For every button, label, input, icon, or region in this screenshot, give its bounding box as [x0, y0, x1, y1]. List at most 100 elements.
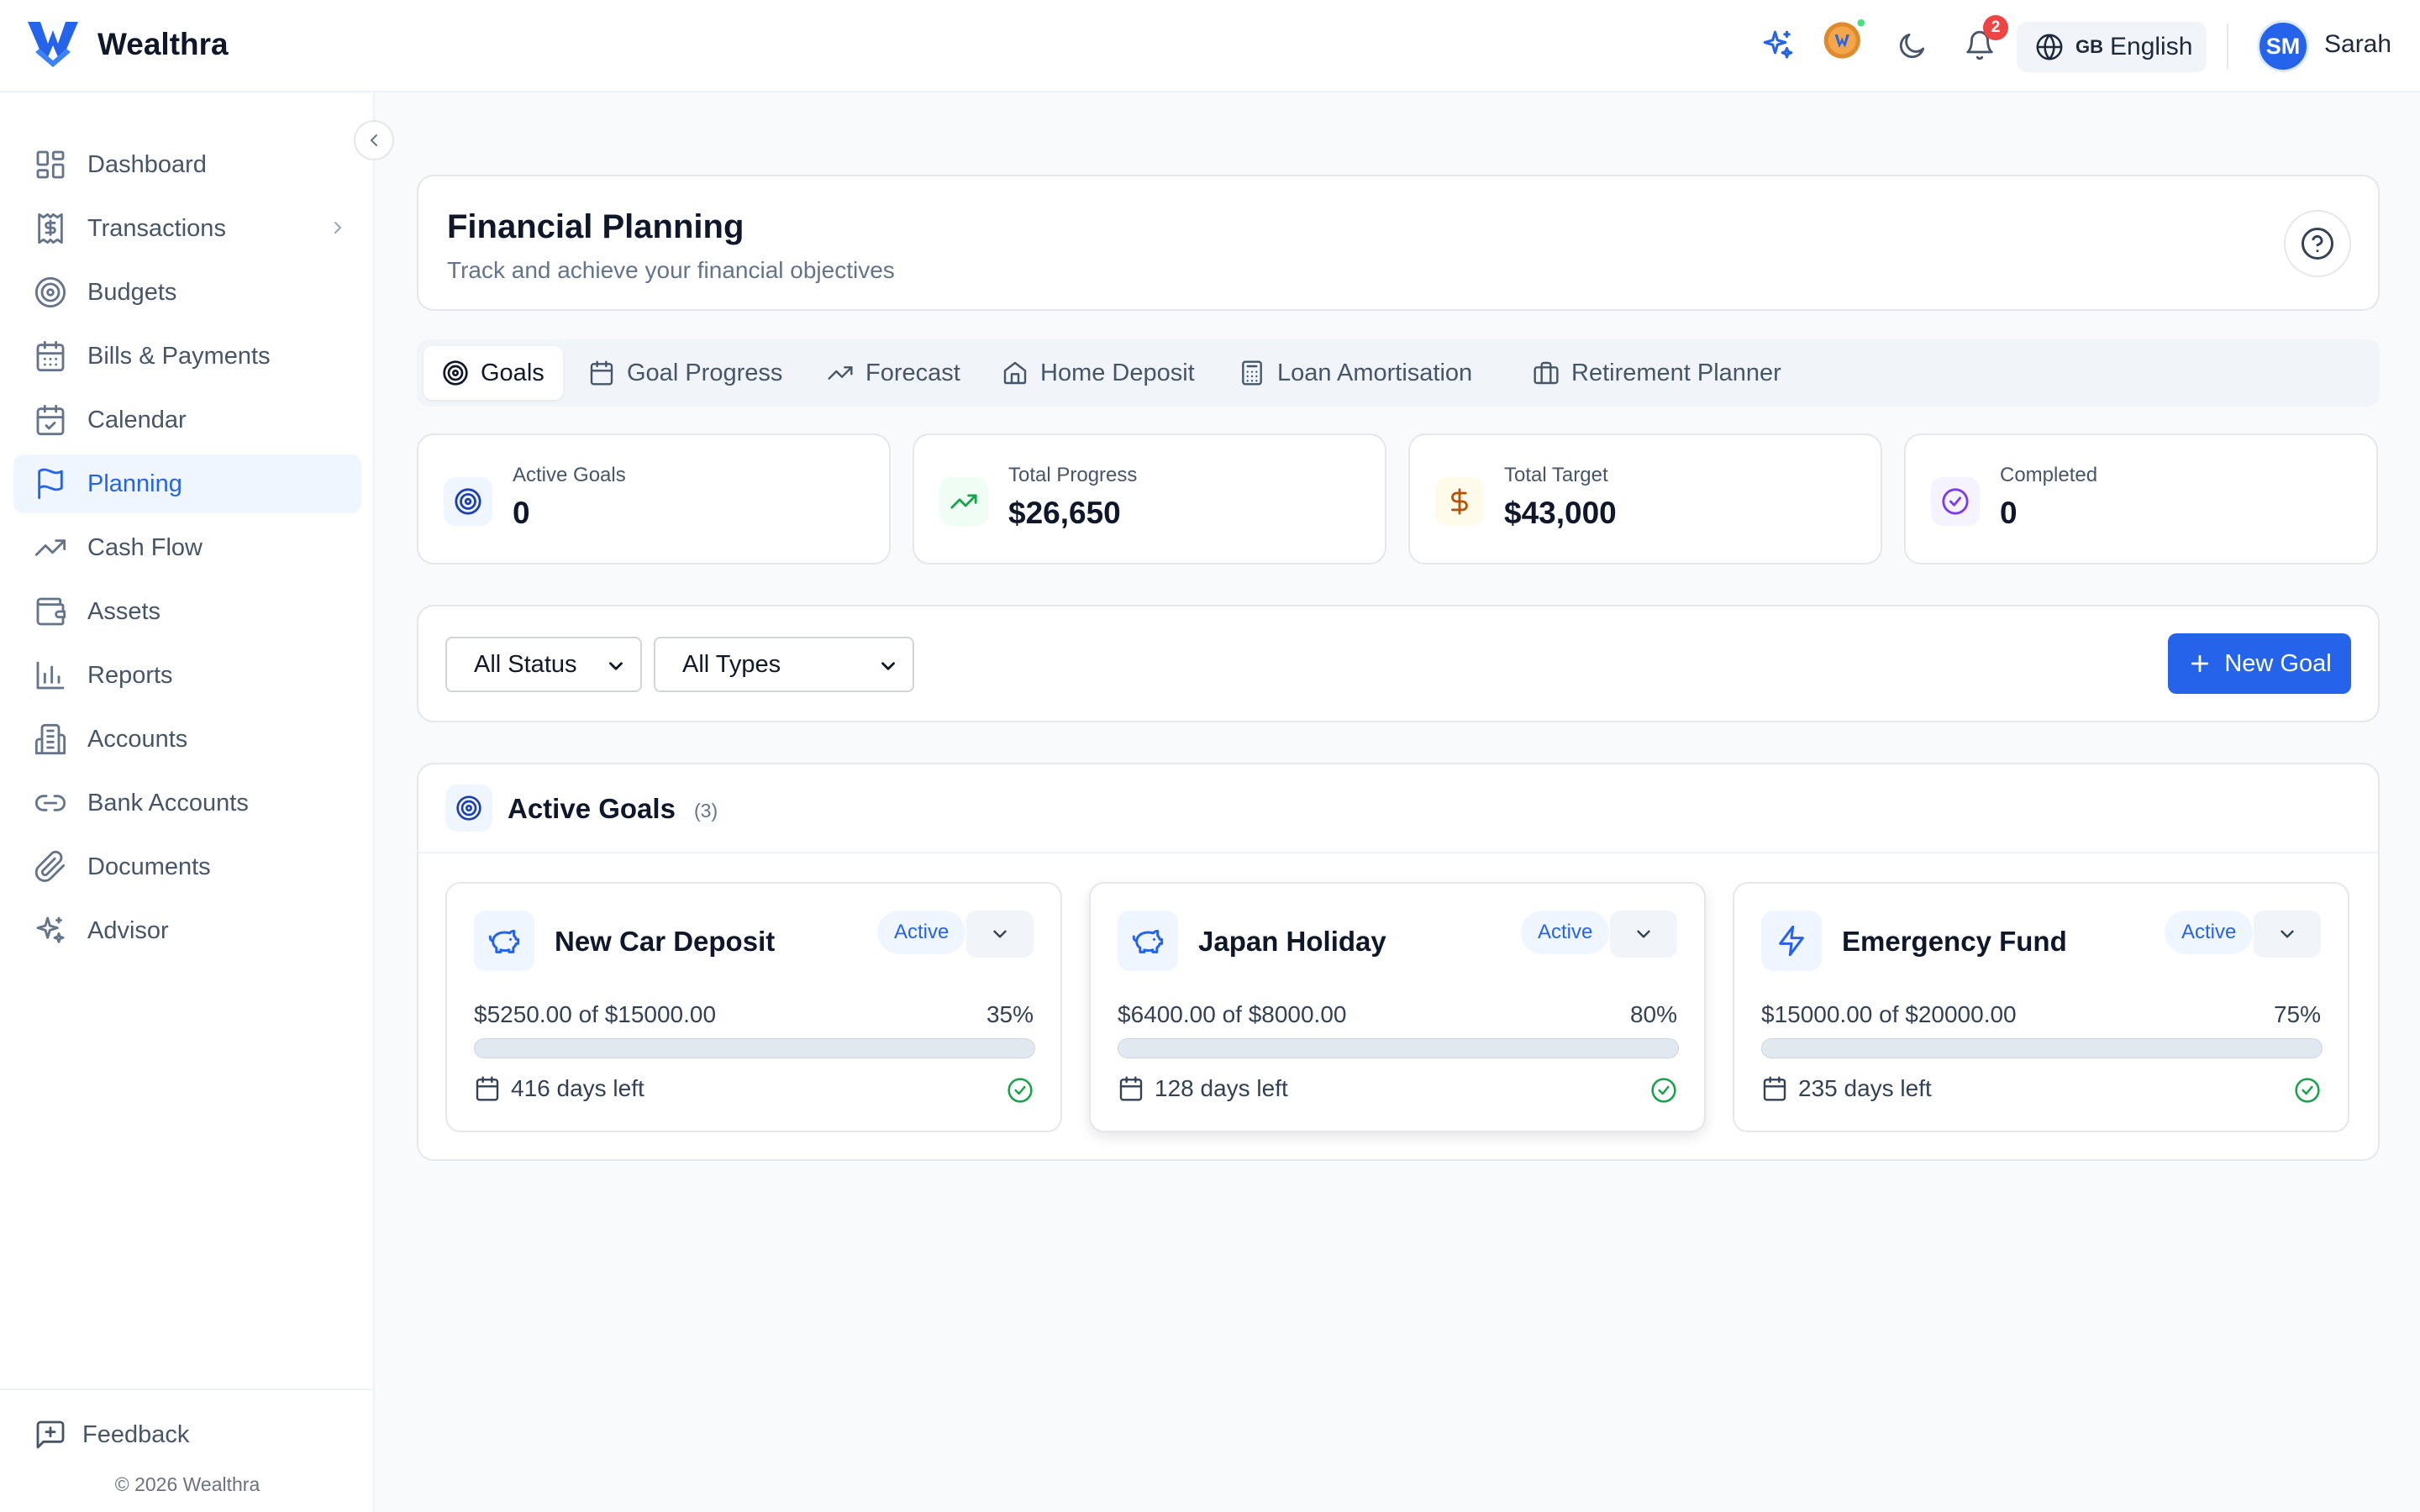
goal-icon-wrap: [1761, 911, 1822, 971]
chevron-down-icon: [993, 930, 1007, 938]
goal-icon-wrap: [1118, 911, 1178, 971]
type-filter-value: All Types: [682, 650, 781, 678]
status-filter-select[interactable]: All Status: [445, 637, 642, 692]
goal-expand-button[interactable]: [2254, 911, 2321, 958]
tab-retirement-planner[interactable]: Retirement Planner: [1514, 346, 1800, 400]
stat-label: Total Target: [1504, 464, 1608, 486]
language-label: English: [2110, 33, 2193, 60]
goal-amount: $6400.00 of $8000.00: [1118, 1001, 1347, 1027]
goal-status-badge: Active: [877, 911, 966, 954]
coin-status-icon: [1823, 18, 1865, 59]
language-selector[interactable]: GB English: [2017, 22, 2207, 72]
goal-expand-button[interactable]: [1610, 911, 1677, 958]
tab-label: Goal Progress: [627, 359, 783, 386]
days-left-text: 235 days left: [1798, 1075, 1932, 1101]
stat-value: $43,000: [1504, 496, 1617, 530]
brand[interactable]: Wealthra: [25, 18, 229, 71]
goal-name: Emergency Fund: [1842, 926, 2067, 957]
goal-card[interactable]: Japan Holiday Active $6400.00 of $8000.0…: [1089, 882, 1706, 1132]
theme-toggle-button[interactable]: [1891, 24, 1934, 67]
building-icon: [34, 723, 66, 755]
brand-name: Wealthra: [97, 27, 229, 61]
receipt-icon: [38, 213, 63, 244]
calendar-icon: [1119, 1076, 1143, 1101]
goal-expand-button[interactable]: [966, 911, 1034, 958]
trending-up-icon: [828, 366, 853, 380]
piggy-bank-icon: [488, 929, 520, 953]
tab-loan-amortisation[interactable]: Loan Amortisation: [1220, 346, 1491, 400]
sidebar-item-accounts[interactable]: Accounts: [13, 710, 361, 769]
calendar-check-icon: [36, 404, 65, 436]
goal-card[interactable]: New Car Deposit Active $5250.00 of $1500…: [445, 882, 1062, 1132]
stat-label: Total Progress: [1008, 464, 1138, 486]
check-circle-icon: [1007, 1078, 1033, 1103]
user-avatar[interactable]: SM: [2257, 20, 2309, 72]
goal-progress-fill: [1762, 1039, 2182, 1058]
new-goal-button[interactable]: New Goal: [2168, 633, 2351, 694]
sidebar-footer-divider: [0, 1389, 375, 1390]
sidebar-item-label: Budgets: [87, 278, 177, 306]
goal-progress-bar: [474, 1038, 1035, 1058]
sidebar-item-label: Accounts: [87, 725, 188, 753]
notification-count-badge: 2: [1983, 15, 2008, 40]
sidebar-item-budgets[interactable]: Budgets: [13, 263, 361, 322]
paperclip-icon: [34, 850, 66, 883]
wallet-icon: [36, 597, 66, 626]
planning-tabs: Goals Goal Progress Forecast Home Deposi…: [417, 339, 2380, 407]
calendar-icon: [1763, 1076, 1786, 1101]
tab-goal-progress[interactable]: Goal Progress: [570, 346, 801, 400]
copyright-text: © 2026 Wealthra: [114, 1473, 260, 1495]
sidebar-item-transactions[interactable]: Transactions: [13, 199, 361, 258]
page-subtitle: Track and achieve your financial objecti…: [447, 257, 895, 283]
goal-card[interactable]: Emergency Fund Active $15000.00 of $2000…: [1733, 882, 2349, 1132]
tab-forecast[interactable]: Forecast: [808, 346, 979, 400]
sidebar-item-bills-payments[interactable]: Bills & Payments: [13, 327, 361, 386]
tab-label: Forecast: [865, 359, 960, 386]
goal-percent: 80%: [1629, 1001, 1677, 1027]
sidebar-item-advisor[interactable]: Advisor: [13, 901, 361, 960]
goal-percent: 35%: [986, 1001, 1034, 1027]
app-status-button[interactable]: [1822, 18, 1865, 62]
user-name[interactable]: Sarah: [2324, 30, 2391, 59]
sidebar-item-cash-flow[interactable]: Cash Flow: [13, 518, 361, 577]
help-circle-icon: [2302, 228, 2333, 260]
goal-amount: $15000.00 of $20000.00: [1761, 1001, 2017, 1027]
wealthra-logo-icon: [28, 22, 78, 67]
tab-goals[interactable]: Goals: [424, 346, 563, 400]
sidebar-item-documents[interactable]: Documents: [13, 837, 361, 896]
type-filter-select[interactable]: All Types: [654, 637, 914, 692]
collapse-sidebar-button[interactable]: [354, 120, 394, 160]
flag-icon: [38, 468, 63, 500]
chevron-right-icon: [334, 222, 341, 234]
stat-card-total-target: Total Target $43,000: [1408, 433, 1882, 564]
ai-sparkles-button[interactable]: [1756, 24, 1800, 67]
home-icon: [1003, 361, 1027, 385]
stat-icon-wrap: [1931, 477, 1980, 526]
target-icon: [34, 276, 66, 308]
feedback-button[interactable]: Feedback: [34, 1418, 189, 1452]
new-goal-label: New Goal: [2224, 649, 2332, 677]
sidebar-item-bank-accounts[interactable]: Bank Accounts: [13, 774, 361, 832]
bar-chart-icon: [36, 661, 65, 690]
goal-name: Japan Holiday: [1198, 926, 1386, 957]
tab-home-deposit[interactable]: Home Deposit: [983, 346, 1213, 400]
link-icon: [35, 795, 66, 811]
goal-progress-bar: [1761, 1038, 2323, 1058]
page-title: Financial Planning: [447, 208, 744, 245]
sparkles-icon: [1763, 30, 1793, 59]
active-goals-count: (3): [694, 800, 718, 822]
check-circle-icon: [1651, 1078, 1676, 1103]
status-filter-value: All Status: [474, 650, 577, 678]
goal-progress-fill: [475, 1039, 671, 1058]
sidebar-item-planning[interactable]: Planning: [13, 454, 361, 513]
stat-card-total-progress: Total Progress $26,650: [913, 433, 1386, 564]
sidebar-item-dashboard[interactable]: Dashboard: [13, 135, 361, 194]
help-button[interactable]: [2284, 210, 2351, 277]
chevron-down-icon: [609, 662, 623, 670]
sidebar-item-label: Bank Accounts: [87, 789, 249, 816]
sidebar-item-label: Dashboard: [87, 150, 207, 178]
sidebar-item-reports[interactable]: Reports: [13, 646, 361, 705]
stat-value: 0: [2000, 496, 2018, 530]
sidebar-item-assets[interactable]: Assets: [13, 582, 361, 641]
sidebar-item-calendar[interactable]: Calendar: [13, 391, 361, 449]
